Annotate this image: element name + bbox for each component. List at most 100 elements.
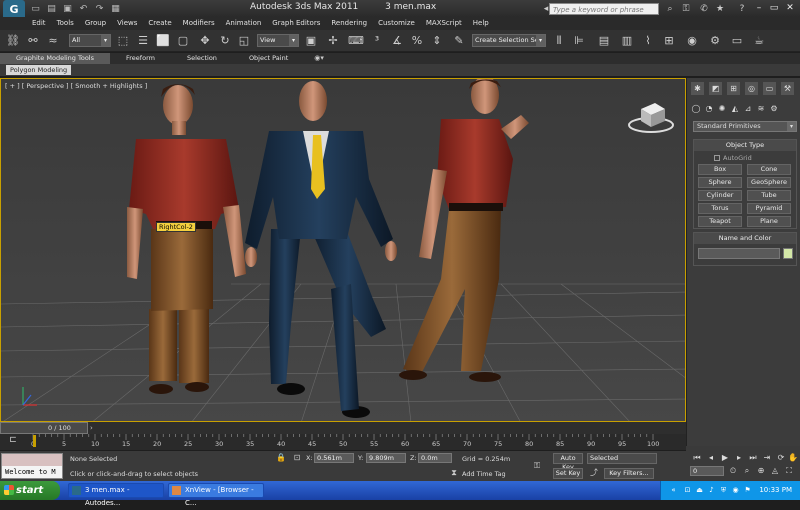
autogrid-checkbox[interactable]: AutoGrid <box>714 154 752 162</box>
render-production-icon[interactable]: ☕ <box>752 34 766 48</box>
modify-tab-icon[interactable]: ◩ <box>709 82 722 95</box>
window-crossing-icon[interactable]: ▢ <box>176 34 190 48</box>
open-file-icon[interactable]: ▤ <box>45 3 58 15</box>
menu-group[interactable]: Group <box>85 17 106 30</box>
maximize-button[interactable]: ▭ <box>767 2 781 14</box>
schematic-view-icon[interactable]: ⊞ <box>662 34 676 48</box>
menu-rendering[interactable]: Rendering <box>331 17 367 30</box>
menu-tools[interactable]: Tools <box>57 17 74 30</box>
current-frame-field[interactable]: 0 <box>690 466 724 476</box>
key-mode-toggle-icon[interactable]: ⇥ <box>762 453 772 463</box>
project-folder-icon[interactable]: ▦ <box>109 3 122 15</box>
undo-icon[interactable]: ↶ <box>77 3 90 15</box>
zoom-icon[interactable]: ⌕ <box>742 466 752 476</box>
security-icon[interactable]: ⛨ <box>719 486 728 495</box>
menu-views[interactable]: Views <box>117 17 137 30</box>
torus-button[interactable]: Torus <box>698 203 742 214</box>
menu-customize[interactable]: Customize <box>378 17 415 30</box>
space-warps-icon[interactable]: ≋ <box>756 103 766 114</box>
render-setup-icon[interactable]: ⚙ <box>708 34 722 48</box>
tab-selection[interactable]: Selection <box>171 53 233 64</box>
object-color-swatch[interactable] <box>783 248 793 259</box>
helpers-icon[interactable]: ⊿ <box>743 103 753 114</box>
cylinder-button[interactable]: Cylinder <box>698 190 742 201</box>
sphere-button[interactable]: Sphere <box>698 177 742 188</box>
percent-snap-icon[interactable]: % <box>410 34 424 48</box>
move-icon[interactable]: ✥ <box>198 34 212 48</box>
pan-icon[interactable]: ✋ <box>788 453 798 463</box>
keyboard-shortcut-icon[interactable]: ⌨ <box>348 34 364 48</box>
select-manipulate-icon[interactable]: ✢ <box>326 34 340 48</box>
menu-modifiers[interactable]: Modifiers <box>183 17 215 30</box>
hierarchy-tab-icon[interactable]: ⊞ <box>727 82 740 95</box>
object-name-input[interactable] <box>698 248 780 259</box>
previous-frame-icon[interactable]: ◂ <box>706 453 716 463</box>
time-tag-icon[interactable]: ⧗ <box>449 468 459 478</box>
edit-named-selection-icon[interactable]: ✎ <box>452 34 466 48</box>
current-frame-marker[interactable] <box>33 435 36 447</box>
menu-maxscript[interactable]: MAXScript <box>426 17 462 30</box>
next-frame-icon[interactable]: › <box>90 422 98 434</box>
volume-icon[interactable]: ♪ <box>707 486 716 495</box>
create-tab-icon[interactable]: ✱ <box>691 82 704 95</box>
lock-selection-icon[interactable]: 🔒 <box>276 453 286 463</box>
pivot-center-icon[interactable]: ▣ <box>304 34 318 48</box>
box-button[interactable]: Box <box>698 164 742 175</box>
y-coordinate-field[interactable]: 9.809m <box>366 453 406 463</box>
task-3dsmax[interactable]: 3 men.max - Autodes... <box>68 483 164 507</box>
utilities-tab-icon[interactable]: ⚒ <box>781 82 794 95</box>
viewport-label-menu[interactable]: [ + ] [ Perspective ] [ Smooth + Highlig… <box>5 82 147 90</box>
help-search-input[interactable]: Type a keyword or phrase <box>549 3 659 15</box>
graphite-toggle-icon[interactable]: ▥ <box>620 34 634 48</box>
z-coordinate-field[interactable]: 0.0m <box>418 453 452 463</box>
select-by-name-icon[interactable]: ☰ <box>136 34 150 48</box>
save-icon[interactable]: ▣ <box>61 3 74 15</box>
time-slider[interactable]: 0 / 100 › <box>0 422 686 434</box>
mirror-icon[interactable]: ⫴ <box>552 34 566 48</box>
start-button[interactable]: start <box>0 481 60 500</box>
mini-curve-editor-icon[interactable]: ⊏ <box>6 435 20 447</box>
play-icon[interactable]: ▶ <box>720 453 730 463</box>
go-to-start-icon[interactable]: ⏮ <box>692 453 702 463</box>
cameras-icon[interactable]: ◭ <box>730 103 740 114</box>
search-icon[interactable]: ⌕ <box>664 3 676 15</box>
maxscript-input-area[interactable] <box>2 454 62 466</box>
close-button[interactable]: ✕ <box>783 2 797 14</box>
perspective-viewport[interactable]: [ + ] [ Perspective ] [ Smooth + Highlig… <box>0 78 686 422</box>
key-mode-dropdown[interactable]: Selected <box>587 453 657 464</box>
ribbon-options-icon[interactable]: ◉▾ <box>314 53 324 64</box>
systems-icon[interactable]: ⚙ <box>769 103 779 114</box>
pyramid-button[interactable]: Pyramid <box>747 203 791 214</box>
redo-icon[interactable]: ↷ <box>93 3 106 15</box>
select-object-icon[interactable]: ⬚ <box>116 34 130 48</box>
plane-button[interactable]: Plane <box>747 216 791 227</box>
display-tab-icon[interactable]: ▭ <box>763 82 776 95</box>
go-to-end-icon[interactable]: ⏭ <box>748 453 758 463</box>
align-icon[interactable]: ⊫ <box>572 34 586 48</box>
zoom-all-icon[interactable]: ⊕ <box>756 466 766 476</box>
unlink-icon[interactable]: ⚯ <box>26 34 40 48</box>
network-icon[interactable]: ⊡ <box>683 486 692 495</box>
tray-chevron-icon[interactable]: « <box>669 486 678 495</box>
object-type-title[interactable]: Object Type <box>694 140 796 151</box>
bind-space-warp-icon[interactable]: ≈ <box>46 34 60 48</box>
time-slider-thumb[interactable] <box>0 422 88 434</box>
rectangular-selection-icon[interactable]: ⬜ <box>156 34 170 48</box>
selection-filter-dropdown[interactable]: All ▾ <box>69 34 111 47</box>
spinner-snap-icon[interactable]: ⇕ <box>430 34 444 48</box>
menu-create[interactable]: Create <box>148 17 171 30</box>
subscription-icon[interactable]: ⚿ <box>680 3 692 15</box>
geosphere-button[interactable]: GeoSphere <box>747 177 791 188</box>
x-coordinate-field[interactable]: 0.561m <box>314 453 354 463</box>
menu-animation[interactable]: Animation <box>226 17 262 30</box>
scale-icon[interactable]: ◱ <box>237 34 251 48</box>
next-frame-icon[interactable]: ▸ <box>734 453 744 463</box>
rotate-icon[interactable]: ↻ <box>218 34 232 48</box>
tab-graphite-modeling-tools[interactable]: Graphite Modeling Tools <box>0 53 111 64</box>
favorites-icon[interactable]: ★ <box>714 3 726 15</box>
time-configuration-icon[interactable]: ⏲ <box>728 466 738 476</box>
angle-snap-icon[interactable]: ∡ <box>390 34 404 48</box>
name-and-color-title[interactable]: Name and Color <box>694 233 796 244</box>
maximize-viewport-icon[interactable]: ⛶ <box>784 466 794 476</box>
material-editor-icon[interactable]: ◉ <box>685 34 699 48</box>
